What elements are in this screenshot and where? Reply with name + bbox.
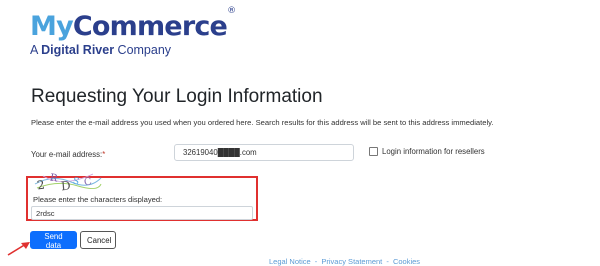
tagline-suffix: Company — [114, 43, 172, 57]
footer-separator: - — [314, 257, 318, 266]
email-label-text: Your e-mail address: — [31, 150, 103, 159]
captcha-char: C — [83, 176, 93, 188]
cancel-button[interactable]: Cancel — [80, 231, 116, 249]
intro-text: Please enter the e-mail address you used… — [31, 118, 494, 127]
footer-separator: - — [386, 257, 389, 266]
send-data-button[interactable]: Send data — [30, 231, 77, 250]
privacy-statement-link[interactable]: Privacy Statement — [321, 257, 382, 266]
captcha-input[interactable] — [31, 206, 253, 220]
page-title: Requesting Your Login Information — [31, 86, 323, 107]
logo-commerce: Commerce — [72, 11, 228, 42]
email-input[interactable] — [174, 144, 354, 161]
cookies-link[interactable]: Cookies — [393, 257, 420, 266]
captcha-label: Please enter the characters displayed: — [33, 195, 163, 204]
tagline-prefix: A — [30, 43, 42, 57]
reseller-checkbox[interactable] — [369, 147, 378, 156]
logo-wordmark: MyCommerce® — [30, 6, 236, 42]
required-marker: * — [102, 150, 106, 159]
captcha-char: D — [60, 179, 71, 192]
logo-tagline: A Digital River Company — [30, 43, 235, 57]
red-arrow-annotation — [7, 242, 30, 256]
logo-registered-mark: ® — [227, 6, 236, 16]
logo-my: My — [30, 11, 74, 42]
reseller-label: Login information for resellers — [382, 147, 485, 156]
legal-notice-link[interactable]: Legal Notice — [269, 257, 311, 266]
reseller-option[interactable]: Login information for resellers — [369, 147, 485, 156]
footer-links: Legal Notice - Privacy Statement - Cooki… — [269, 257, 422, 266]
tagline-bold: Digital River — [41, 43, 115, 57]
captcha-image: 2 R D S C — [34, 173, 102, 192]
captcha-char: R — [49, 173, 59, 185]
mycommerce-logo: MyCommerce® A Digital River Company — [30, 6, 236, 57]
email-label: Your e-mail address:* — [31, 150, 105, 159]
